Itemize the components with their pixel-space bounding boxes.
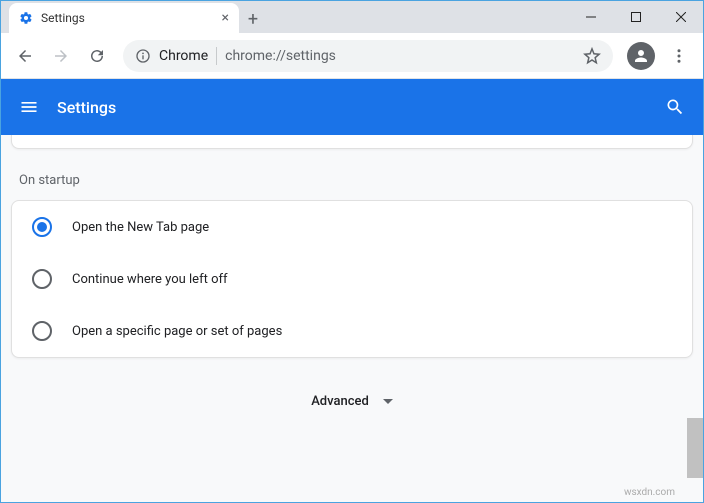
advanced-toggle[interactable]: Advanced — [11, 358, 693, 419]
chevron-down-icon — [383, 399, 393, 404]
forward-button[interactable] — [45, 40, 77, 72]
omnibox-path: chrome://settings — [225, 48, 336, 64]
address-bar[interactable]: Chrome chrome://settings — [123, 40, 613, 72]
window-controls — [568, 1, 703, 33]
toolbar: Chrome chrome://settings — [1, 33, 703, 79]
previous-section-card — [11, 135, 693, 149]
radio-label: Open the New Tab page — [72, 220, 209, 235]
new-tab-button[interactable]: + — [239, 5, 267, 33]
browser-tab[interactable]: Settings × — [9, 3, 239, 33]
startup-options-card: Open the New Tab page Continue where you… — [11, 200, 693, 358]
radio-label: Open a specific page or set of pages — [72, 324, 282, 339]
profile-avatar[interactable] — [627, 42, 655, 70]
radio-label: Continue where you left off — [72, 272, 228, 287]
startup-option-new-tab[interactable]: Open the New Tab page — [12, 201, 692, 253]
gear-icon — [19, 11, 33, 25]
titlebar: Settings × + — [1, 1, 703, 33]
page-title: Settings — [57, 98, 116, 117]
settings-header: Settings — [1, 79, 703, 135]
menu-button[interactable] — [663, 40, 695, 72]
scrollbar-thumb[interactable] — [687, 418, 703, 478]
close-tab-icon[interactable]: × — [222, 11, 229, 25]
radio-unselected-icon[interactable] — [32, 269, 52, 289]
maximize-button[interactable] — [613, 3, 658, 31]
radio-selected-icon[interactable] — [32, 217, 52, 237]
back-button[interactable] — [9, 40, 41, 72]
minimize-button[interactable] — [568, 3, 613, 31]
watermark: wsxdn.com — [624, 487, 675, 498]
advanced-label: Advanced — [311, 394, 369, 409]
close-window-button[interactable] — [658, 3, 703, 31]
bookmark-star-icon[interactable] — [583, 47, 601, 65]
startup-option-continue[interactable]: Continue where you left off — [12, 253, 692, 305]
radio-unselected-icon[interactable] — [32, 321, 52, 341]
omnibox-separator — [216, 47, 217, 65]
tab-title: Settings — [41, 11, 85, 25]
hamburger-menu-icon[interactable] — [19, 97, 39, 117]
omnibox-host: Chrome — [159, 48, 208, 64]
search-icon[interactable] — [665, 97, 685, 117]
section-label-startup: On startup — [19, 173, 685, 188]
reload-button[interactable] — [81, 40, 113, 72]
site-info-icon[interactable] — [135, 48, 151, 64]
startup-option-specific-pages[interactable]: Open a specific page or set of pages — [12, 305, 692, 357]
settings-content: On startup Open the New Tab page Continu… — [1, 135, 703, 502]
